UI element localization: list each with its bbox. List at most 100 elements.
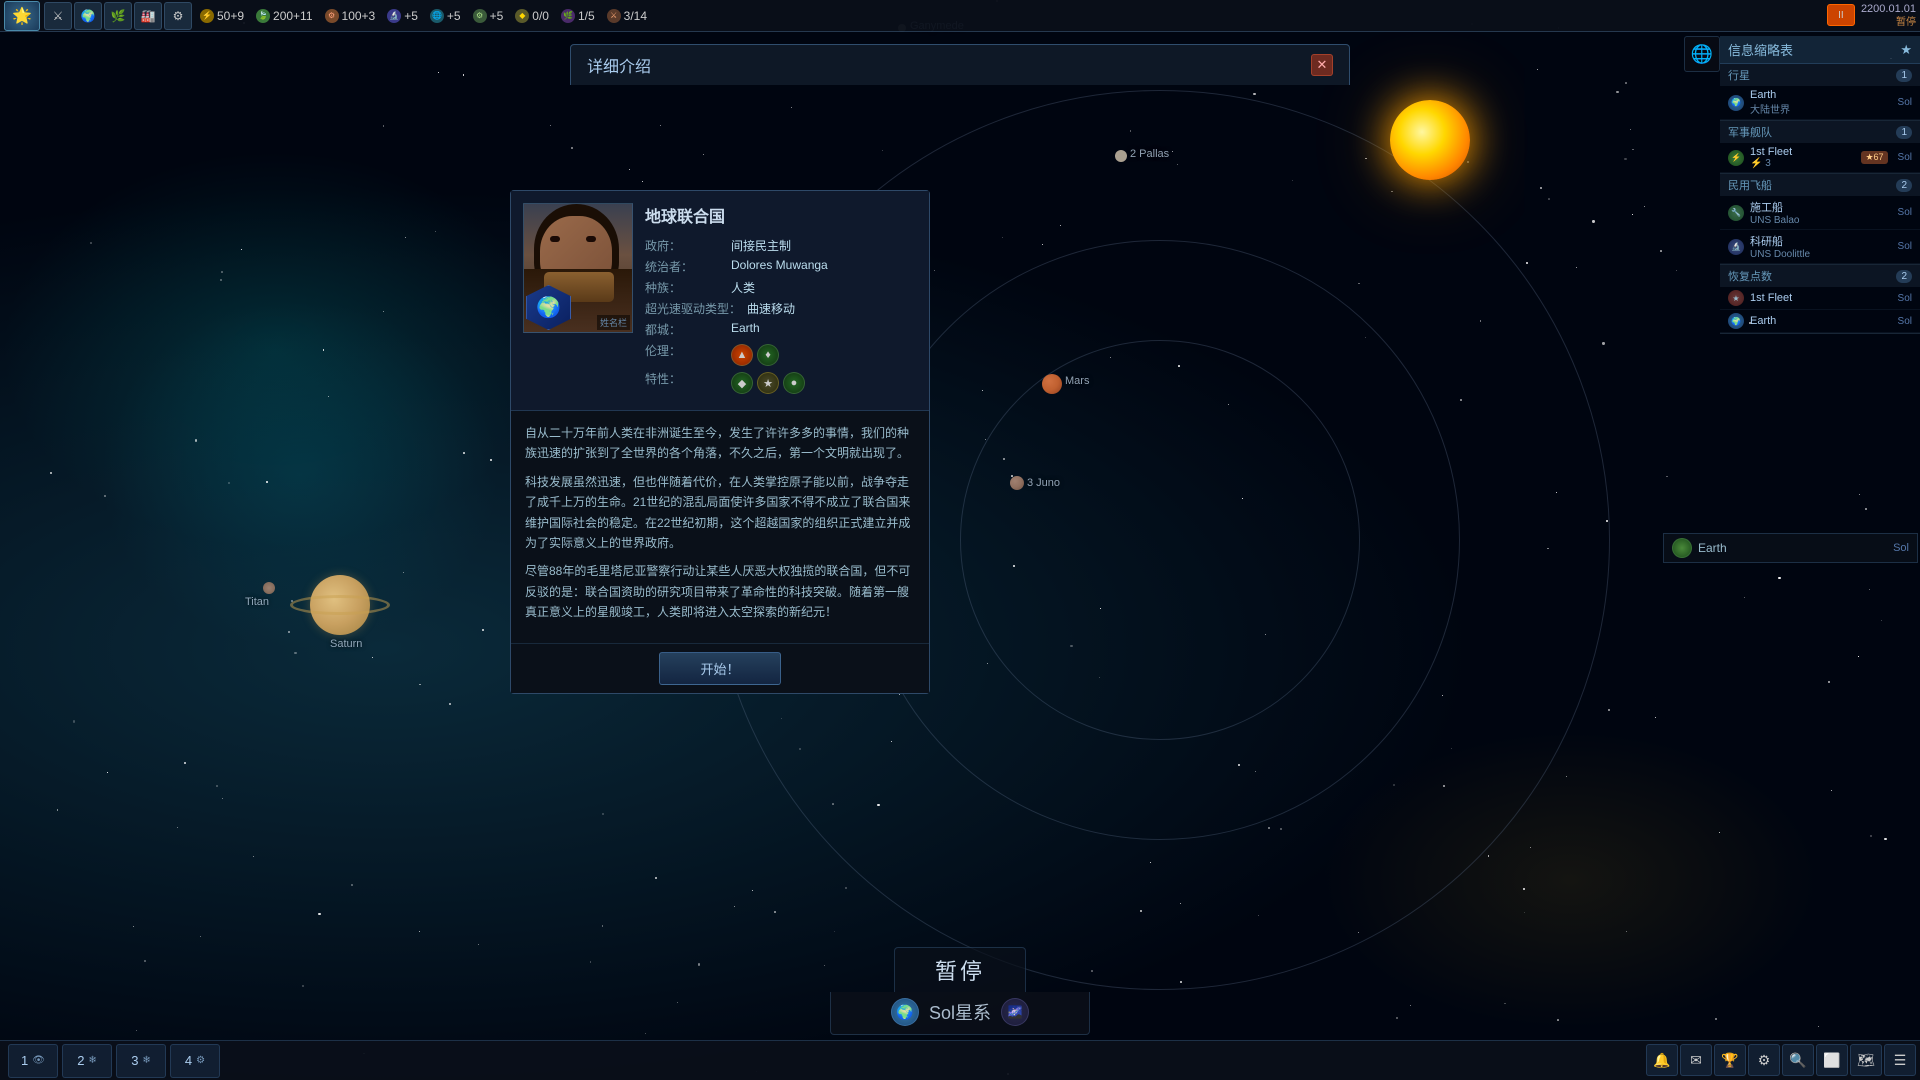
tab-3-icon: ❄ — [142, 1055, 150, 1066]
tab-2-num: 2 — [77, 1053, 84, 1068]
zoom-in-icon[interactable]: 🔍 — [1782, 1044, 1814, 1076]
civ-footer: 开始！ — [511, 644, 929, 693]
mil-value: 3/14 — [624, 9, 647, 23]
gov-label: 政府： — [645, 237, 725, 254]
tab-2[interactable]: 2 ❄ — [62, 1044, 112, 1078]
species-label: 种族： — [645, 279, 725, 296]
planet-saturn[interactable] — [310, 575, 370, 635]
doolittle-info: 科研船 UNS Doolittle — [1750, 233, 1892, 260]
earth-name: Earth — [1750, 89, 1892, 101]
ship-doolittle-item[interactable]: 🔬 科研船 UNS Doolittle Sol — [1720, 230, 1920, 264]
capital-label: 都城： — [645, 321, 725, 338]
bottom-right-icons: 🔔 ✉ 🏆 ⚙ 🔍 ⬜ 🗺 ☰ — [1646, 1044, 1916, 1076]
capital-value: Earth — [731, 321, 760, 338]
screen-icon[interactable]: ⬜ — [1816, 1044, 1848, 1076]
planets-section: 行星 1 🌍 Earth 大陆世界 Sol — [1720, 64, 1920, 121]
dialog-close-button[interactable]: ✕ — [1311, 54, 1333, 76]
tab-4[interactable]: 4 ⚙ — [170, 1044, 220, 1078]
recovery-fleet-name: 1st Fleet — [1750, 292, 1892, 304]
ruler-label: 统治者： — [645, 258, 725, 275]
inf-icon: 🌐 — [430, 9, 444, 23]
civ-stat-gov: 政府： 间接民主制 — [645, 237, 917, 254]
tab-3[interactable]: 3 ❄ — [116, 1044, 166, 1078]
earth-sol-panel: Earth Sol — [1663, 533, 1918, 565]
map-icon[interactable]: 🗺 — [1850, 1044, 1882, 1076]
prod-resource: ⚙ 100+3 — [325, 9, 376, 23]
juno-label: 3 Juno — [1027, 477, 1060, 489]
recovery-section-title: 恢复点数 — [1728, 268, 1772, 284]
civ-stat-species: 种族： 人类 — [645, 279, 917, 296]
planets-section-header: 行星 1 — [1720, 64, 1920, 86]
planet-pallas[interactable] — [1115, 150, 1127, 162]
construction-ship-icon: 🔧 — [1728, 205, 1744, 221]
recovery-earth-item[interactable]: 🌍 Earth Sol — [1720, 310, 1920, 333]
gear-value: +5 — [490, 9, 504, 23]
action-icon-4[interactable]: 🏭 — [134, 2, 162, 30]
galaxy-icon: 🌌 — [1001, 998, 1029, 1026]
planet-earth-item[interactable]: 🌍 Earth 大陆世界 Sol — [1720, 86, 1920, 120]
ftl-value: 曲速移动 — [747, 300, 795, 317]
topbar: 🌟 ⚔ 🌍 🌿 🏭 ⚙ ⚡ 50+9 🍃 200+11 ⚙ 100+3 🔬 +5… — [0, 0, 1920, 32]
recovery-earth-info: Earth — [1750, 315, 1892, 327]
military-section-title: 军事舰队 — [1728, 124, 1772, 140]
sol-system-icon: 🌍 — [891, 998, 919, 1026]
ruler-value: Dolores Muwanga — [731, 258, 828, 275]
civ-card-header: 🌍 姓名栏 地球联合国 政府： 间接民主制 统治者： Dolores Muwan… — [511, 191, 929, 411]
ethics-icon-2: ♦ — [757, 344, 779, 366]
action-icon-3[interactable]: 🌿 — [104, 2, 132, 30]
alert-icon[interactable]: 🔔 — [1646, 1044, 1678, 1076]
earth-sol-earth[interactable]: Earth Sol — [1663, 533, 1918, 563]
action-icon-5[interactable]: ⚙ — [164, 2, 192, 30]
action-icon-1[interactable]: ⚔ — [44, 2, 72, 30]
message-icon[interactable]: ✉ — [1680, 1044, 1712, 1076]
cred-resource: ◆ 0/0 — [515, 9, 549, 23]
doolittle-type: 科研船 — [1750, 233, 1892, 249]
recovery-section-count: 2 — [1896, 270, 1912, 283]
balao-name: UNS Balao — [1750, 215, 1892, 226]
recovery-fleet-item[interactable]: ★ 1st Fleet Sol — [1720, 287, 1920, 310]
energy-icon: ⚡ — [200, 9, 214, 23]
action-icon-2[interactable]: 🌍 — [74, 2, 102, 30]
balao-info: 施工船 UNS Balao — [1750, 199, 1892, 226]
doolittle-name: UNS Doolittle — [1750, 249, 1892, 260]
bottom-bar: 1 👁 2 ❄ 3 ❄ 4 ⚙ 🔔 ✉ 🏆 ⚙ 🔍 ⬜ 🗺 ☰ — [0, 1040, 1920, 1080]
fleet-1-item[interactable]: ⚡ 1st Fleet ⚡ 3 ★67 Sol — [1720, 143, 1920, 173]
settings-icon[interactable]: ⚙ — [1748, 1044, 1780, 1076]
civ-stat-ruler: 统治者： Dolores Muwanga — [645, 258, 917, 275]
detail-dialog: 详细介绍 ✕ — [570, 44, 1350, 85]
achievement-icon[interactable]: 🏆 — [1714, 1044, 1746, 1076]
unity-value: 1/5 — [578, 9, 595, 23]
planet-juno[interactable] — [1010, 476, 1024, 490]
start-button[interactable]: 开始！ — [659, 652, 780, 685]
pause-system: 🌍 Sol星系 🌌 — [830, 992, 1090, 1035]
tab-1-icon: 👁 — [32, 1055, 45, 1066]
pause-overlay: 暂停 🌍 Sol星系 🌌 — [830, 947, 1090, 1035]
energy-resource: ⚡ 50+9 — [200, 9, 244, 23]
planet-mars[interactable] — [1042, 374, 1062, 394]
earth-icon-small — [1672, 538, 1692, 558]
military-section-header: 军事舰队 1 — [1720, 121, 1920, 143]
unity-icon: 🌿 — [561, 9, 575, 23]
food-value: 200+11 — [273, 9, 313, 23]
map-mode-icon[interactable]: 🌐 — [1684, 36, 1720, 72]
fleet-badge: ★67 — [1861, 151, 1887, 164]
menu-icon[interactable]: ☰ — [1884, 1044, 1916, 1076]
balao-type: 施工船 — [1750, 199, 1892, 215]
doolittle-loc: Sol — [1898, 241, 1912, 252]
food-icon: 🍃 — [256, 9, 270, 23]
recovery-earth-name: Earth — [1750, 315, 1892, 327]
traits-label: 特性： — [645, 370, 725, 394]
pause-button[interactable]: II — [1827, 4, 1855, 26]
civ-description: 自从二十万年前人类在非洲诞生至今，发生了许许多多的事情，我们的种族迅速的扩张到了… — [511, 411, 929, 644]
civ-ethics-row: 伦理： ▲ ♦ — [645, 342, 917, 366]
pause-area: II 2200.01.01 暂停 — [1827, 2, 1916, 29]
tab-1[interactable]: 1 👁 — [8, 1044, 58, 1078]
prod-icon: ⚙ — [325, 9, 339, 23]
unity-resource: 🌿 1/5 — [561, 9, 595, 23]
civ-emblem: 🌍 — [526, 285, 571, 330]
planet-titan[interactable] — [263, 582, 275, 594]
ship-balao-item[interactable]: 🔧 施工船 UNS Balao Sol — [1720, 196, 1920, 230]
recovery-earth-icon: 🌍 — [1728, 313, 1744, 329]
tab-bar: 1 👁 2 ❄ 3 ❄ 4 ⚙ — [8, 1044, 220, 1078]
saturn-label: Saturn — [330, 638, 362, 650]
